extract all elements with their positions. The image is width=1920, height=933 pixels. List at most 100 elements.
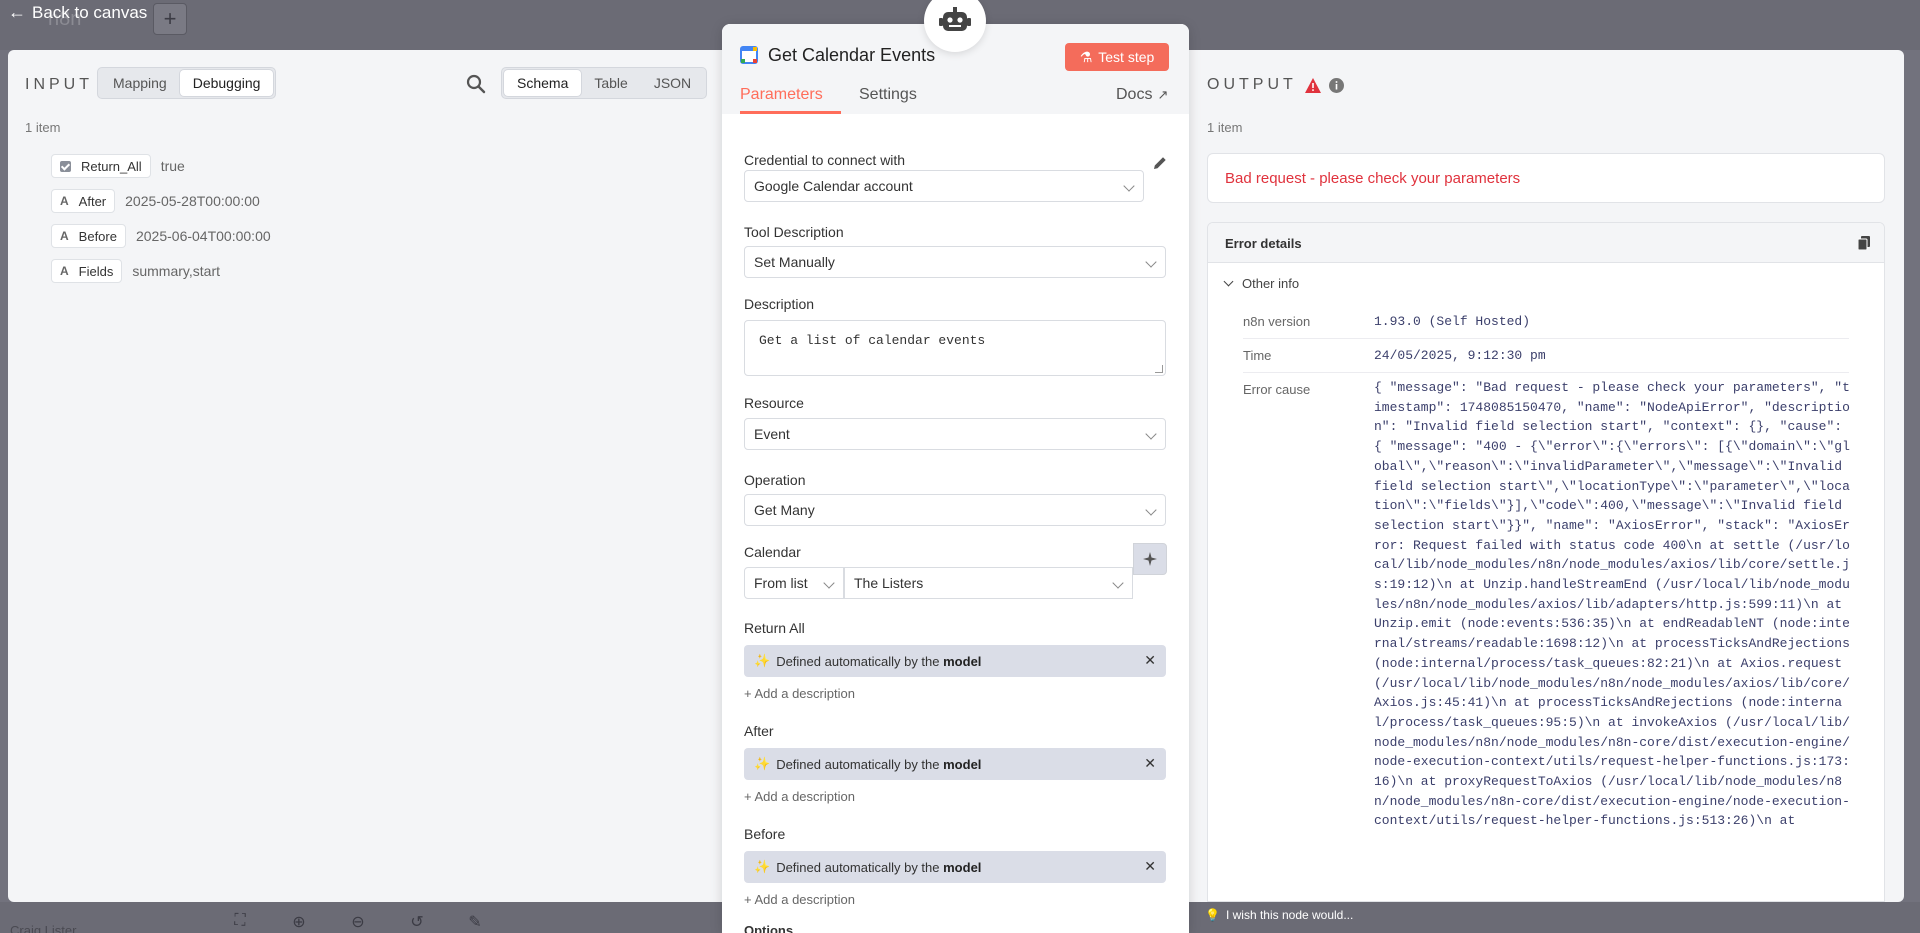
string-type-icon: A	[60, 264, 69, 278]
operation-select[interactable]: Get Many	[744, 494, 1166, 526]
back-to-canvas-link[interactable]: ← Back to canvas	[8, 2, 147, 23]
calendar-mode-value: From list	[754, 575, 808, 591]
google-calendar-icon	[740, 46, 758, 64]
input-view-toggle: Schema Table JSON	[501, 67, 708, 99]
tab-mapping[interactable]: Mapping	[100, 70, 180, 96]
feedback-link[interactable]: 💡 I wish this node would...	[1205, 908, 1353, 922]
pencil-icon[interactable]	[1151, 154, 1169, 172]
calendar-mode-select[interactable]: From list	[744, 567, 844, 599]
add-node-button[interactable]: +	[153, 3, 187, 35]
output-item-count: 1 item	[1207, 120, 1243, 135]
auto-text-bold: model	[943, 653, 982, 669]
credential-value: Google Calendar account	[754, 178, 913, 194]
add-description-link[interactable]: + Add a description	[744, 686, 855, 701]
add-description-link[interactable]: + Add a description	[744, 789, 855, 804]
tab-parameters[interactable]: Parameters	[740, 86, 823, 104]
search-icon[interactable]	[465, 73, 487, 95]
chevron-down-icon	[1112, 577, 1124, 589]
zoom-out-icon[interactable]: ⊖	[347, 912, 369, 931]
n8n-version-label: n8n version	[1243, 314, 1311, 329]
options-label: Options	[744, 923, 794, 933]
node-parameters-panel: Get Calendar Events ⚗ Test step Paramete…	[722, 24, 1189, 933]
error-details-card: Error details Other info n8n version 1.9…	[1207, 222, 1885, 902]
schema-field[interactable]: A Fields summary,start	[51, 259, 220, 283]
close-icon[interactable]: ✕	[1144, 858, 1156, 875]
operation-label: Operation	[744, 472, 806, 488]
input-mode-toggle: Mapping Debugging	[97, 67, 277, 99]
tool-description-label: Tool Description	[744, 224, 844, 240]
ai-sparkle-button[interactable]	[1133, 543, 1167, 575]
divider	[1243, 338, 1849, 339]
time-label: Time	[1243, 348, 1272, 363]
tidy-up-icon[interactable]: ✎	[464, 912, 486, 931]
auto-text-bold: model	[943, 756, 982, 772]
schema-field[interactable]: A After 2025-05-28T00:00:00	[51, 189, 260, 213]
reset-zoom-icon[interactable]: ↺	[406, 912, 428, 931]
user-name: Craig Lister	[10, 923, 77, 933]
input-title: INPUT	[25, 76, 93, 93]
tool-description-select[interactable]: Set Manually	[744, 246, 1166, 278]
sparkle-icon: ✨	[754, 653, 771, 668]
chevron-down-icon	[1145, 428, 1157, 440]
before-label: Before	[744, 826, 786, 842]
tab-schema[interactable]: Schema	[504, 70, 582, 96]
resource-select[interactable]: Event	[744, 418, 1166, 450]
return-all-auto-field: ✨ Defined automatically by the model ✕	[744, 645, 1166, 677]
fit-view-icon[interactable]: ⛶	[229, 912, 251, 930]
add-description-link[interactable]: + Add a description	[744, 892, 855, 907]
docs-link[interactable]: Docs ↗	[1116, 86, 1168, 104]
error-message: Bad request - please check your paramete…	[1225, 170, 1521, 187]
divider	[1243, 372, 1849, 373]
robot-icon	[939, 7, 971, 31]
resource-label: Resource	[744, 395, 804, 411]
other-info-label: Other info	[1242, 276, 1300, 291]
before-auto-field: ✨ Defined automatically by the model ✕	[744, 851, 1166, 883]
output-title-group: OUTPUT	[1207, 76, 1344, 94]
error-cause-value: { "message": "Bad request - please check…	[1374, 380, 1858, 829]
sparkle-icon: ✨	[754, 859, 771, 874]
resize-handle-icon[interactable]	[1155, 365, 1163, 373]
calendar-label: Calendar	[744, 544, 801, 560]
tab-json[interactable]: JSON	[641, 70, 704, 96]
copy-icon[interactable]	[1858, 236, 1870, 250]
description-value: Get a list of calendar events	[759, 333, 986, 348]
tab-settings[interactable]: Settings	[859, 86, 917, 104]
schema-field[interactable]: Return_All true	[51, 154, 185, 178]
test-step-button[interactable]: ⚗ Test step	[1065, 43, 1169, 71]
credential-select[interactable]: Google Calendar account	[744, 170, 1144, 202]
auto-text: Defined automatically by the	[776, 653, 940, 669]
after-auto-field: ✨ Defined automatically by the model ✕	[744, 748, 1166, 780]
chevron-down-icon	[1145, 256, 1157, 268]
chevron-down-icon	[1123, 180, 1135, 192]
tab-table[interactable]: Table	[581, 70, 640, 96]
schema-field[interactable]: A Before 2025-06-04T00:00:00	[51, 224, 271, 248]
auto-text: Defined automatically by the	[776, 859, 940, 875]
field-name: Before	[78, 228, 117, 244]
other-info-toggle[interactable]: Other info	[1223, 276, 1300, 291]
zoom-in-icon[interactable]: ⊕	[288, 912, 310, 931]
error-cause-label: Error cause	[1243, 382, 1311, 397]
description-textarea[interactable]: Get a list of calendar events	[744, 320, 1166, 376]
arrow-left-icon: ←	[8, 2, 26, 22]
tab-debugging[interactable]: Debugging	[179, 70, 274, 96]
calendar-value: The Listers	[854, 575, 924, 591]
info-icon[interactable]	[1328, 77, 1344, 93]
field-name: Fields	[78, 263, 114, 279]
field-value: 2025-05-28T00:00:00	[125, 193, 260, 209]
chevron-down-icon	[1223, 276, 1234, 287]
close-icon[interactable]: ✕	[1144, 652, 1156, 669]
field-value: true	[160, 158, 185, 174]
flask-icon: ⚗	[1079, 48, 1093, 65]
docs-label: Docs	[1116, 86, 1153, 103]
close-icon[interactable]: ✕	[1144, 755, 1156, 772]
back-to-canvas-label: Back to canvas	[32, 2, 148, 22]
output-title: OUTPUT	[1207, 76, 1297, 93]
auto-text: Defined automatically by the	[776, 756, 940, 772]
n8n-version-value: 1.93.0 (Self Hosted)	[1374, 314, 1531, 329]
field-value: summary,start	[132, 263, 220, 279]
chevron-down-icon	[1145, 504, 1157, 516]
parameters-form: Credential to connect with Google Calend…	[722, 114, 1189, 933]
field-name: After	[78, 193, 107, 209]
calendar-select[interactable]: The Listers	[844, 567, 1133, 599]
boolean-type-icon	[60, 160, 71, 172]
